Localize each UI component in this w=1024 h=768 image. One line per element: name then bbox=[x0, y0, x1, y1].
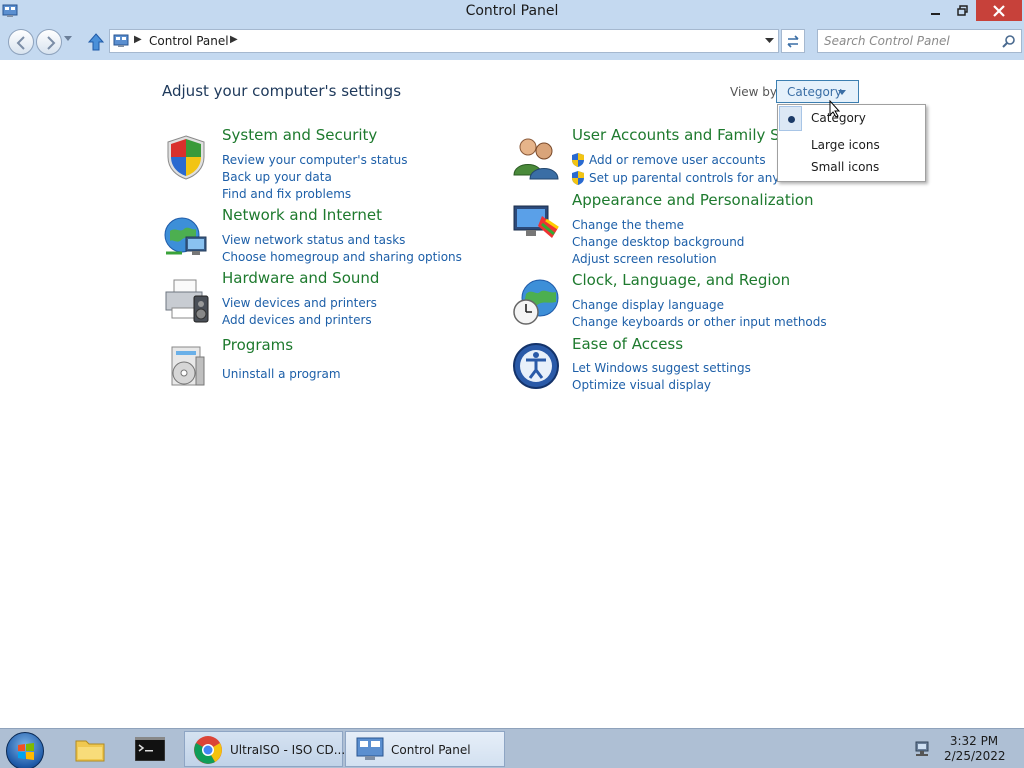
change-keyboards-link[interactable]: Change keyboards or other input methods bbox=[572, 315, 827, 329]
minimize-button[interactable] bbox=[924, 0, 948, 21]
network-globe-icon[interactable] bbox=[162, 213, 210, 261]
file-explorer-taskbar-button[interactable] bbox=[61, 731, 119, 767]
up-arrow-icon[interactable] bbox=[86, 32, 106, 52]
folder-icon bbox=[75, 740, 105, 762]
radio-dot-icon bbox=[788, 116, 795, 123]
network-and-internet-link[interactable]: Network and Internet bbox=[222, 206, 382, 224]
monitor-paint-icon[interactable] bbox=[512, 198, 560, 246]
let-windows-suggest-settings-link[interactable]: Let Windows suggest settings bbox=[572, 361, 751, 375]
view-by-menu: Category Large icons Small icons bbox=[777, 104, 926, 182]
uninstall-program-link[interactable]: Uninstall a program bbox=[222, 367, 341, 381]
network-tray-icon[interactable] bbox=[914, 741, 932, 757]
mouse-cursor-icon bbox=[829, 100, 841, 118]
users-icon[interactable] bbox=[512, 133, 560, 181]
programs-icon[interactable] bbox=[162, 343, 210, 391]
review-computer-status-link[interactable]: Review your computer's status bbox=[222, 153, 408, 167]
task-label: UltraISO - ISO CD... bbox=[230, 743, 346, 757]
search-box[interactable] bbox=[817, 29, 1022, 53]
clock-time: 3:32 PM bbox=[949, 734, 999, 748]
add-devices-and-printers-link[interactable]: Add devices and printers bbox=[222, 313, 372, 327]
control-panel-icon bbox=[356, 737, 384, 760]
ease-of-access-link[interactable]: Ease of Access bbox=[572, 335, 683, 353]
programs-link[interactable]: Programs bbox=[222, 336, 293, 354]
ease-of-access-icon[interactable] bbox=[512, 342, 560, 390]
title-bar: Control Panel bbox=[0, 0, 1024, 24]
address-dropdown-chevron-down-icon[interactable] bbox=[765, 38, 774, 44]
clock-globe-icon[interactable] bbox=[512, 278, 560, 326]
windows-logo-icon bbox=[18, 743, 34, 760]
back-up-data-link[interactable]: Back up your data bbox=[222, 170, 332, 184]
view-by-label: View by: bbox=[730, 85, 781, 99]
find-and-fix-problems-link[interactable]: Find and fix problems bbox=[222, 187, 351, 201]
back-arrow-icon bbox=[16, 36, 25, 50]
task-label: Control Panel bbox=[391, 743, 471, 757]
page-heading: Adjust your computer's settings bbox=[162, 82, 402, 100]
shield-icon[interactable] bbox=[162, 133, 210, 181]
taskbar-task-ultraiso[interactable]: UltraISO - ISO CD... bbox=[184, 731, 346, 767]
breadcrumb-control-panel[interactable]: Control Panel bbox=[149, 34, 229, 48]
clock-date: 2/25/2022 bbox=[944, 749, 1006, 763]
printer-speaker-icon[interactable] bbox=[162, 276, 210, 324]
address-bar[interactable]: ▶ Control Panel ▶ bbox=[109, 29, 779, 53]
clock-language-region-link[interactable]: Clock, Language, and Region bbox=[572, 271, 790, 289]
add-remove-user-accounts-link[interactable]: Add or remove user accounts bbox=[589, 153, 766, 167]
navigation-bar: ▶ Control Panel ▶ bbox=[0, 24, 1024, 60]
optimize-visual-display-link[interactable]: Optimize visual display bbox=[572, 378, 711, 392]
close-icon bbox=[993, 4, 1005, 17]
window-title: Control Panel bbox=[465, 3, 559, 19]
change-theme-link[interactable]: Change the theme bbox=[572, 218, 684, 232]
system-clock[interactable]: 3:32 PM 2/25/2022 bbox=[944, 734, 1006, 764]
search-icon[interactable] bbox=[1002, 34, 1016, 48]
forward-arrow-icon bbox=[47, 36, 56, 50]
breadcrumb-chevron-right-icon[interactable]: ▶ bbox=[134, 34, 142, 45]
restore-icon bbox=[956, 5, 968, 16]
breadcrumb-chevron-right-icon[interactable]: ▶ bbox=[230, 34, 238, 45]
view-by-dropdown[interactable]: Category bbox=[776, 80, 859, 103]
search-input[interactable] bbox=[824, 32, 999, 50]
view-network-status-link[interactable]: View network status and tasks bbox=[222, 233, 405, 247]
user-accounts-link[interactable]: User Accounts and Family Saf bbox=[572, 126, 794, 144]
command-prompt-taskbar-button[interactable] bbox=[121, 731, 179, 767]
uac-shield-icon bbox=[572, 171, 584, 185]
set-up-parental-controls-link[interactable]: Set up parental controls for any use bbox=[589, 171, 804, 185]
restore-button[interactable] bbox=[950, 0, 974, 21]
menu-item-small-icons[interactable]: Small icons bbox=[811, 160, 879, 174]
refresh-button[interactable] bbox=[781, 29, 805, 53]
start-button[interactable] bbox=[6, 732, 44, 768]
close-button[interactable] bbox=[976, 0, 1022, 21]
system-and-security-link[interactable]: System and Security bbox=[222, 126, 377, 144]
appearance-and-personalization-link[interactable]: Appearance and Personalization bbox=[572, 191, 814, 209]
change-desktop-background-link[interactable]: Change desktop background bbox=[572, 235, 744, 249]
selected-item-marker bbox=[779, 106, 802, 131]
adjust-screen-resolution-link[interactable]: Adjust screen resolution bbox=[572, 252, 717, 266]
control-panel-icon bbox=[113, 34, 129, 47]
view-by-value: Category bbox=[787, 85, 842, 99]
taskbar-task-control-panel[interactable]: Control Panel bbox=[345, 731, 505, 767]
forward-button[interactable] bbox=[36, 29, 62, 55]
chrome-icon bbox=[194, 736, 222, 764]
choose-homegroup-link[interactable]: Choose homegroup and sharing options bbox=[222, 250, 462, 264]
refresh-icon bbox=[787, 35, 799, 48]
command-prompt-icon bbox=[135, 737, 165, 761]
back-button[interactable] bbox=[8, 29, 34, 55]
menu-item-large-icons[interactable]: Large icons bbox=[811, 138, 880, 152]
recent-pages-chevron-down-icon[interactable] bbox=[64, 36, 72, 42]
chevron-down-icon bbox=[838, 90, 846, 95]
hardware-and-sound-link[interactable]: Hardware and Sound bbox=[222, 269, 379, 287]
taskbar: UltraISO - ISO CD... Control Panel 3:32 … bbox=[0, 728, 1024, 768]
uac-shield-icon bbox=[572, 153, 584, 167]
change-display-language-link[interactable]: Change display language bbox=[572, 298, 724, 312]
view-devices-and-printers-link[interactable]: View devices and printers bbox=[222, 296, 377, 310]
minimize-icon bbox=[931, 12, 940, 15]
